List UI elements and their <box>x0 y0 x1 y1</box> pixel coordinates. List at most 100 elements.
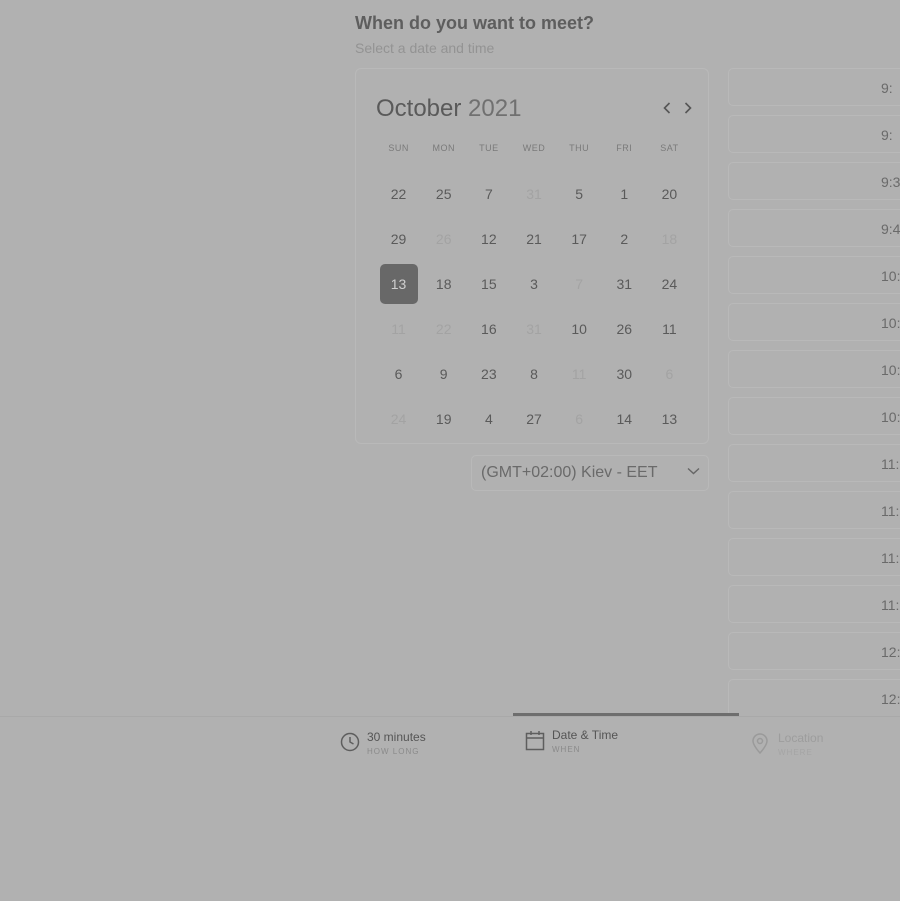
calendar-week: 11 22 16 31 10 26 11 <box>376 309 692 349</box>
calendar-day[interactable]: 11 <box>650 309 688 349</box>
time-slot-button[interactable]: 11: <box>728 538 900 576</box>
calendar-day: 11 <box>571 366 587 382</box>
time-slot-button[interactable]: 10: <box>728 350 900 388</box>
calendar-week: 13 18 15 3 7 31 24 <box>376 264 692 304</box>
calendar-day[interactable]: 29 <box>380 219 418 259</box>
calendar-day[interactable]: 24 <box>650 264 688 304</box>
calendar-day[interactable]: 12 <box>470 219 508 259</box>
time-slot-label: 11: <box>881 456 900 472</box>
time-slot-label: 10: <box>881 315 900 331</box>
time-slot-button[interactable]: 10: <box>728 397 900 435</box>
time-slot-label: 10: <box>881 362 900 378</box>
time-slot-button[interactable]: 12: <box>728 679 900 717</box>
calendar-day[interactable]: 15 <box>470 264 508 304</box>
time-slot-button[interactable]: 9:3 <box>728 162 900 200</box>
calendar-day: 31 <box>526 321 542 337</box>
weekday-label: MON <box>432 143 455 153</box>
step-label: Date & Time <box>552 728 619 742</box>
page-subtitle: Select a date and time <box>355 40 495 56</box>
time-slot-label: 12: <box>881 691 900 707</box>
time-slot-button[interactable]: 11: <box>728 444 900 482</box>
calendar-day[interactable]: 13 <box>650 399 688 439</box>
chevron-right-icon <box>684 102 692 114</box>
calendar-week: 29 26 12 21 17 2 18 <box>376 219 692 259</box>
calendar-day: 31 <box>526 186 542 202</box>
calendar-day[interactable]: 16 <box>470 309 508 349</box>
time-slot-label: 11: <box>881 503 900 519</box>
time-slot-label: 9: <box>881 80 893 96</box>
time-slot-label: 12: <box>881 644 900 660</box>
timezone-select[interactable]: (GMT+02:00) Kiev - EET <box>471 455 709 491</box>
location-pin-icon <box>752 733 768 755</box>
chevron-left-icon <box>663 102 671 114</box>
calendar-icon <box>525 731 545 751</box>
weekday-label: THU <box>569 143 590 153</box>
time-slot-label: 9: <box>881 127 893 143</box>
time-slot-button[interactable]: 9: <box>728 115 900 153</box>
time-slot-label: 10: <box>881 409 900 425</box>
calendar-day: 22 <box>435 321 452 337</box>
calendar-day[interactable]: 22 <box>380 174 418 214</box>
page-title: When do you want to meet? <box>355 13 594 33</box>
calendar-day: 11 <box>391 321 406 337</box>
time-slot-label: 9:4 <box>881 221 900 237</box>
time-slot-button[interactable]: 9: <box>728 68 900 106</box>
weekday-label: WED <box>522 143 546 153</box>
calendar-week: 22 25 7 31 5 1 20 <box>376 174 692 214</box>
calendar-day[interactable]: 14 <box>605 399 643 439</box>
calendar-day[interactable]: 31 <box>605 264 643 304</box>
timezone-value: (GMT+02:00) Kiev - EET <box>481 464 658 481</box>
active-step-indicator <box>513 713 739 716</box>
time-slot-button[interactable]: 11: <box>728 491 900 529</box>
calendar-day-selected[interactable]: 13 <box>379 264 418 304</box>
calendar-day[interactable]: 5 <box>560 174 598 214</box>
step-sublabel: HOW LONG <box>367 747 420 756</box>
calendar-day[interactable]: 20 <box>650 174 688 214</box>
calendar-week: 6 9 23 8 11 30 6 <box>376 354 692 394</box>
calendar-month: October <box>376 95 462 122</box>
weekday-label: FRI <box>616 143 633 153</box>
calendar-day[interactable]: 4 <box>470 399 508 439</box>
calendar-day[interactable]: 23 <box>470 354 508 394</box>
calendar-year: 2021 <box>468 95 522 122</box>
calendar-day[interactable]: 10 <box>560 309 598 349</box>
weekday-label: TUE <box>479 143 499 153</box>
calendar-title: October 2021 <box>376 95 521 123</box>
time-slot-label: 11: <box>881 597 900 613</box>
calendar-week: 24 19 4 27 6 14 13 <box>376 399 692 439</box>
calendar-day[interactable]: 7 <box>470 174 508 214</box>
calendar-day[interactable]: 18 <box>425 264 463 304</box>
calendar-day[interactable]: 2 <box>605 219 643 259</box>
calendar-day[interactable]: 30 <box>605 354 643 394</box>
calendar-day[interactable]: 26 <box>605 309 643 349</box>
calendar-day[interactable]: 25 <box>425 174 463 214</box>
calendar-day[interactable]: 19 <box>425 399 463 439</box>
calendar-day[interactable]: 8 <box>515 354 553 394</box>
calendar-day: 7 <box>575 276 584 292</box>
step-sublabel: WHEN <box>552 745 581 754</box>
calendar: October 2021 SUN MON TUE WED THU FRI SAT… <box>355 68 709 444</box>
calendar-day: 6 <box>665 366 674 382</box>
next-month-button[interactable] <box>679 97 697 119</box>
time-slot-button[interactable]: 10: <box>728 303 900 341</box>
calendar-day[interactable]: 17 <box>560 219 598 259</box>
calendar-day[interactable]: 9 <box>425 354 463 394</box>
chevron-down-icon <box>687 467 700 475</box>
calendar-day: 6 <box>575 411 584 427</box>
time-slot-button[interactable]: 9:4 <box>728 209 900 247</box>
step-label: Location <box>778 731 824 745</box>
calendar-day[interactable]: 21 <box>515 219 553 259</box>
time-slot-button[interactable]: 11: <box>728 585 900 623</box>
step-label: 30 minutes <box>367 730 426 744</box>
time-slot-button[interactable]: 10: <box>728 256 900 294</box>
time-slot-label: 11: <box>881 550 900 566</box>
time-slot-button[interactable]: 12: <box>728 632 900 670</box>
calendar-day: 18 <box>661 231 678 247</box>
prev-month-button[interactable] <box>658 97 676 119</box>
step-sublabel: WHERE <box>778 748 813 757</box>
calendar-day[interactable]: 1 <box>605 174 643 214</box>
weekday-header: SUN MON TUE WED THU FRI SAT <box>376 143 692 153</box>
calendar-day[interactable]: 6 <box>380 354 418 394</box>
calendar-day[interactable]: 3 <box>515 264 553 304</box>
calendar-day[interactable]: 27 <box>515 399 553 439</box>
